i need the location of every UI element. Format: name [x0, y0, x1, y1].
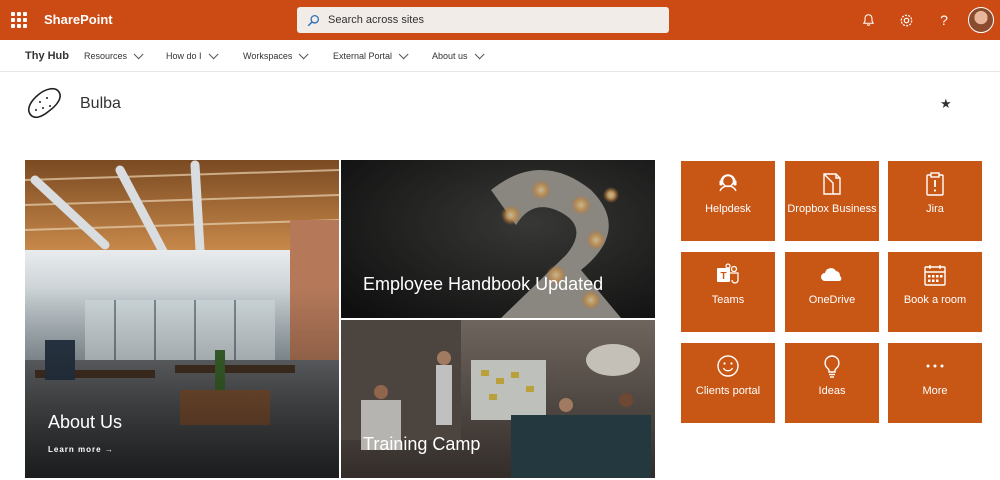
star-icon[interactable]: ★: [940, 96, 952, 112]
help-icon[interactable]: ?: [934, 10, 954, 30]
quicklink-label: Clients portal: [695, 385, 761, 397]
nav-item-label: How do I: [166, 51, 202, 61]
chevron-down-icon: [133, 48, 144, 59]
hub-name[interactable]: Thy Hub: [25, 50, 69, 62]
nav-item-how-do-i[interactable]: How do I: [166, 48, 219, 61]
learn-more-link[interactable]: Learn more →: [48, 445, 114, 454]
lightbulb-icon: [824, 355, 840, 378]
quicklink-label: Teams: [711, 294, 745, 306]
nav-item-label: About us: [432, 51, 468, 61]
hero-tile-training-camp[interactable]: Training Camp: [341, 320, 655, 478]
search-icon: [307, 14, 320, 26]
quicklink-label: OneDrive: [808, 294, 856, 306]
learn-more-label: Learn more: [48, 445, 102, 454]
hero-title: Employee Handbook Updated: [363, 274, 604, 294]
quicklink-book-a-room[interactable]: Book a room: [888, 252, 982, 332]
chevron-down-icon: [474, 48, 485, 59]
app-title[interactable]: SharePoint: [44, 12, 113, 27]
arrow-right-icon: →: [104, 445, 114, 454]
dropbox-icon: [823, 173, 841, 195]
hero-title: About Us: [48, 412, 123, 432]
quicklink-label: Jira: [926, 203, 944, 215]
teams-icon: T: [717, 263, 739, 284]
nav-item-label: Resources: [84, 51, 128, 61]
quicklink-teams[interactable]: T Teams: [681, 252, 775, 332]
settings-icon[interactable]: [896, 10, 916, 30]
headset-icon: [719, 174, 737, 192]
more-icon: [926, 364, 944, 368]
notifications-icon[interactable]: [858, 10, 878, 30]
quicklink-onedrive[interactable]: OneDrive: [785, 252, 879, 332]
nav-item-label: Workspaces: [243, 51, 293, 61]
nav-item-about-us[interactable]: About us: [432, 48, 485, 61]
quicklink-clients-portal[interactable]: Clients portal: [681, 343, 775, 423]
site-logo-potato-icon[interactable]: [24, 84, 64, 124]
hero-tile-about-us[interactable]: About Us Learn more →: [25, 160, 339, 478]
quicklink-label: Ideas: [818, 385, 846, 397]
chevron-down-icon: [398, 48, 409, 59]
nav-item-external-portal[interactable]: External Portal: [333, 48, 409, 61]
smiley-icon: [717, 355, 739, 377]
avatar[interactable]: [968, 7, 994, 33]
hero-title: Training Camp: [363, 434, 481, 454]
quicklink-label: Helpdesk: [705, 203, 751, 215]
hub-navigation: Thy Hub Resources How do I Workspaces Ex…: [0, 40, 1000, 72]
nav-item-label: External Portal: [333, 51, 393, 61]
search-placeholder: Search across sites: [328, 14, 424, 26]
quicklink-more[interactable]: More: [888, 343, 982, 423]
nav-item-workspaces[interactable]: Workspaces: [243, 48, 309, 61]
quicklink-jira[interactable]: Jira: [888, 161, 982, 241]
calendar-icon: [924, 265, 946, 286]
nav-item-resources[interactable]: Resources: [84, 48, 144, 61]
quicklink-helpdesk[interactable]: Helpdesk: [681, 161, 775, 241]
chevron-down-icon: [208, 48, 219, 59]
quicklink-label: Book a room: [903, 294, 967, 306]
quicklink-dropbox-business[interactable]: Dropbox Business: [785, 161, 879, 241]
app-launcher-icon[interactable]: [11, 12, 27, 28]
quicklink-label: Dropbox Business: [787, 203, 877, 215]
clipboard-icon: [926, 172, 944, 196]
chevron-down-icon: [299, 48, 309, 59]
search-box[interactable]: Search across sites: [297, 7, 669, 33]
svg-text:T: T: [720, 271, 726, 282]
site-title[interactable]: Bulba: [80, 95, 121, 113]
hero-tile-employee-handbook[interactable]: Employee Handbook Updated: [341, 160, 655, 318]
cloud-icon: [821, 268, 842, 281]
suite-bar: SharePoint Search across sites ?: [0, 0, 1000, 40]
quicklink-ideas[interactable]: Ideas: [785, 343, 879, 423]
quicklink-label: More: [922, 385, 948, 397]
